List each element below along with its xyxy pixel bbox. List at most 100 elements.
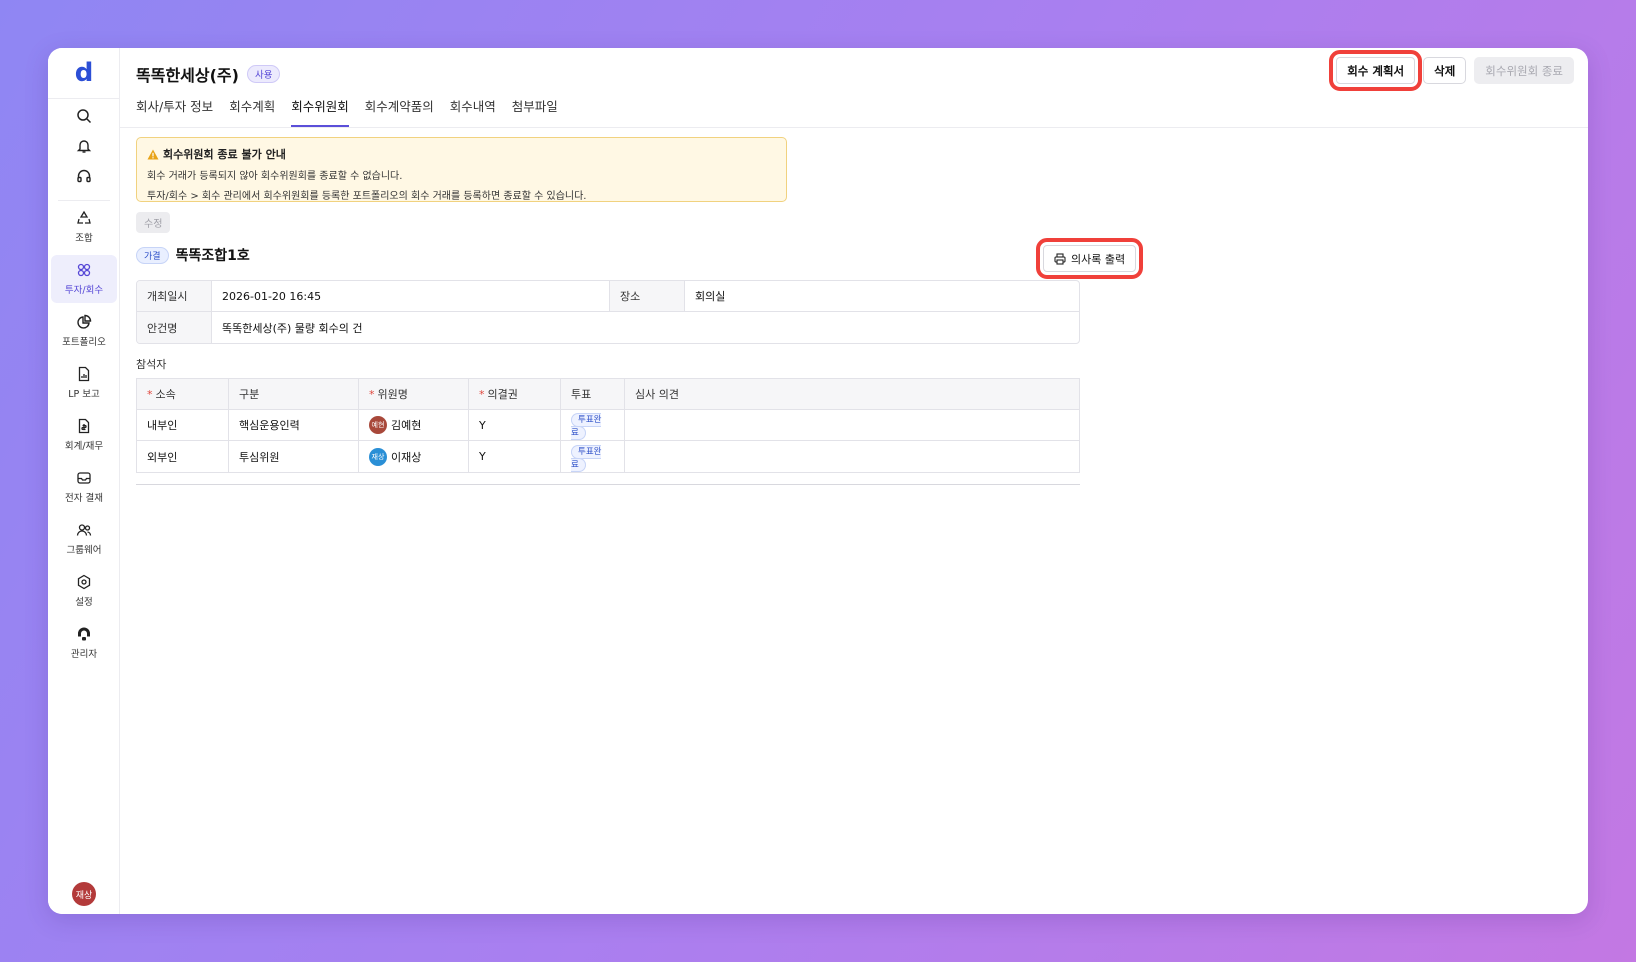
search-icon[interactable] [74,106,94,126]
avatar: 예현 [369,416,387,434]
cell-voting-right: Y [469,441,561,472]
inbox-icon [77,472,91,484]
member: 예현 김예현 [369,416,458,434]
top-actions: 회수 계획서 삭제 회수위원회 종료 [1329,50,1574,91]
tab-recovery-committee[interactable]: 회수위원회 [291,96,349,127]
required-mark: * [147,388,153,401]
nav-label: 그룹웨어 [66,545,102,556]
avatar: 재상 [369,447,387,466]
cell-voting-right: Y [469,410,561,441]
edit-button[interactable]: 수정 [136,212,171,233]
col-member: * 위원명 [359,379,469,410]
report-icon [78,366,90,382]
app-window: d 조합 투자/회수 포트폴리오 LP 보고 회계/재무 전자 결재 그룹웨어 … [48,48,1588,914]
nav-item-investment[interactable]: 투자/회수 [51,255,117,303]
divider [136,484,1080,485]
title-row: 똑똑한세상(주) 사용 [136,62,281,86]
nav-label: LP 보고 [68,389,100,400]
info-row: 개최일시 2026-01-20 16:45 장소 회의실 [137,281,1079,312]
gear-icon [77,574,91,590]
cell-opinion [625,410,1079,441]
divider [58,200,110,201]
col-label: 소속 [155,388,176,401]
attendees-table: * 소속 구분 * 위원명 * 의결권 투표 심사 의견 내부인 핵심운용인력 예현 … [136,378,1080,473]
nav-item-settings[interactable]: 설정 [51,567,117,615]
col-voting-right: * 의결권 [469,379,561,410]
result-badge: 가결 [136,246,169,264]
nav-item-lp-report[interactable]: LP 보고 [51,359,117,407]
app-logo[interactable]: d [48,58,120,88]
member-name: 김예현 [391,419,422,432]
nav-label: 설정 [75,597,93,608]
tab-recovery-history[interactable]: 회수내역 [450,96,496,127]
user-avatar[interactable]: 재상 [72,882,96,906]
agenda-label: 안건명 [137,312,212,343]
member-name: 이재상 [391,450,422,464]
place-label: 장소 [610,281,685,312]
finance-doc-icon [78,418,90,434]
divider [120,127,1588,128]
table-header-row: * 소속 구분 * 위원명 * 의결권 투표 심사 의견 [137,379,1079,410]
nav-label: 전자 결재 [65,493,103,504]
notice-line-2: 투자/회수 > 회수 관리에서 회수위원회를 등록한 포트폴리오의 회수 거래를… [147,191,587,202]
admin-icon [78,627,90,641]
printer-icon [1054,252,1066,265]
member: 재상 이재상 [369,447,458,466]
col-label: 투표 [571,388,592,401]
col-opinion: 심사 의견 [625,379,1079,410]
tab-recovery-contract[interactable]: 회수계약품의 [365,96,434,127]
col-vote: 투표 [561,379,625,410]
committee-name: 똑똑조합1호 [175,248,250,264]
date-value: 2026-01-20 16:45 [212,281,610,312]
notice-line-1: 회수 거래가 등록되지 않아 회수위원회를 종료할 수 없습니다. [147,171,403,182]
cell-category: 핵심운용인력 [229,410,359,441]
info-row: 안건명 똑똑한세상(주) 물량 회수의 건 [137,312,1079,343]
cell-member: 재상 이재상 [359,441,469,472]
headset-icon[interactable] [74,166,94,186]
table-row: 내부인 핵심운용인력 예현 김예현 Y 투표완료 [137,410,1079,441]
nav-item-accounting[interactable]: 회계/재무 [51,411,117,459]
sidebar: d 조합 투자/회수 포트폴리오 LP 보고 회계/재무 전자 결재 그룹웨어 … [48,48,120,914]
divider [48,98,120,99]
col-label: 위원명 [377,388,408,401]
nav-item-groupware[interactable]: 그룹웨어 [51,515,117,563]
attendees-label: 참석자 [136,358,167,371]
col-label: 의결권 [487,388,518,401]
place-value: 회의실 [685,281,1079,312]
people-icon [76,524,92,536]
notice-title-text: 회수위원회 종료 불가 안내 [163,148,286,161]
table-row: 외부인 투심위원 재상 이재상 Y 투표완료 [137,441,1079,472]
print-minutes-button[interactable]: 의사록 출력 [1035,238,1144,279]
tab-recovery-plan[interactable]: 회수계획 [229,96,275,127]
print-minutes-label: 의사록 출력 [1071,252,1126,266]
cell-member: 예현 김예현 [359,410,469,441]
recovery-plan-button[interactable]: 회수 계획서 [1329,50,1423,91]
tab-attachments[interactable]: 첨부파일 [512,96,558,127]
page-title: 똑똑한세상(주) [136,66,239,85]
notice-box: 회수위원회 종료 불가 안내 회수 거래가 등록되지 않아 회수위원회를 종료할… [136,137,787,202]
nav-item-admin[interactable]: 관리자 [51,619,117,667]
close-committee-button[interactable]: 회수위원회 종료 [1474,57,1574,84]
date-label: 개최일시 [137,281,212,312]
tab-bar: 회사/투자 정보 회수계획 회수위원회 회수계약품의 회수내역 첨부파일 [136,96,558,127]
delete-button[interactable]: 삭제 [1423,57,1467,84]
cell-affiliation: 내부인 [137,410,229,441]
recycle-icon [77,210,91,224]
pie-chart-icon [77,314,92,329]
nav-label: 포트폴리오 [62,337,106,348]
status-badge: 사용 [246,65,281,83]
committee-info-table: 개최일시 2026-01-20 16:45 장소 회의실 안건명 똑똑한세상(주… [136,280,1080,344]
committee-header: 가결 똑똑조합1호 [136,245,250,265]
investment-icon [77,263,91,277]
nav-item-approval[interactable]: 전자 결재 [51,463,117,511]
bell-icon[interactable] [74,136,94,156]
col-label: 심사 의견 [635,388,679,401]
nav-item-fund[interactable]: 조합 [51,203,117,251]
vote-badge: 투표완료 [571,444,602,472]
tab-company-info[interactable]: 회사/투자 정보 [136,96,213,127]
nav-item-portfolio[interactable]: 포트폴리오 [51,307,117,355]
cell-affiliation: 외부인 [137,441,229,472]
agenda-value: 똑똑한세상(주) 물량 회수의 건 [222,321,363,335]
col-label: 구분 [239,388,260,401]
vote-badge: 투표완료 [571,413,602,440]
